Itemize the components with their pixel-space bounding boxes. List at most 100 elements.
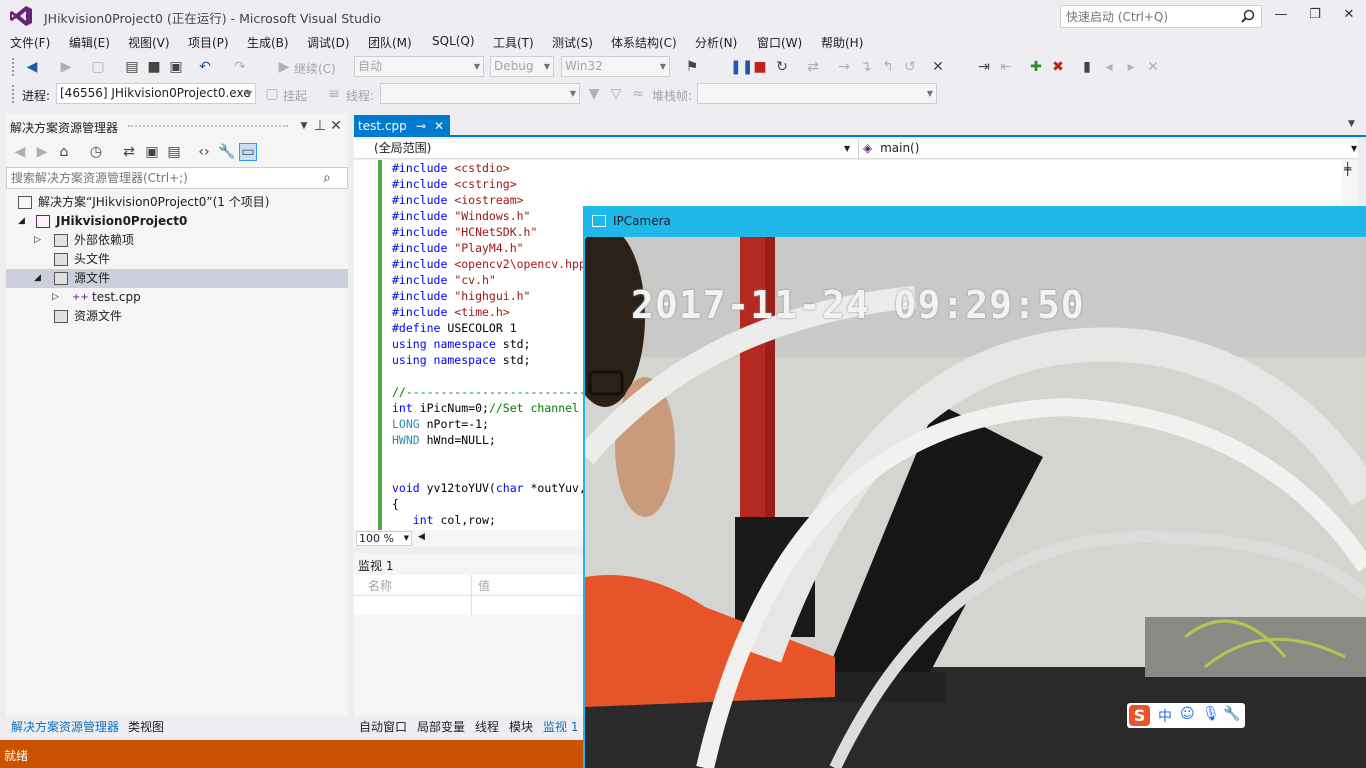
split-icon[interactable]: ╪ <box>1344 162 1351 176</box>
ime-toolbar[interactable]: S 中 ☺ 🎙 🔧 <box>1127 703 1245 728</box>
menu-team[interactable]: 团队(M) <box>368 34 412 51</box>
sogou-logo-icon[interactable]: S <box>1129 705 1150 726</box>
next-bookmark-icon[interactable]: ▸ <box>1123 59 1139 75</box>
collapsed-arrow-icon[interactable]: ▷ <box>34 231 44 250</box>
home-icon[interactable]: ⌂ <box>56 144 72 160</box>
tab-threads[interactable]: 线程 <box>475 718 499 735</box>
show-all-files-icon[interactable]: ▤ <box>166 144 182 160</box>
redo-icon[interactable]: ↷ <box>232 59 248 75</box>
code-line[interactable]: #include <opencv2\opencv.hpp> <box>392 256 593 272</box>
menu-tools[interactable]: 工具(T) <box>493 34 534 51</box>
save-icon[interactable]: ■ <box>146 59 162 75</box>
tab-autos[interactable]: 自动窗口 <box>359 718 407 735</box>
flag-threads-icon[interactable]: ▽ <box>608 86 624 102</box>
code-line[interactable]: #include "Windows.h" <box>392 208 530 224</box>
quick-launch-box[interactable] <box>1060 5 1262 28</box>
save-all-icon[interactable]: ▣ <box>168 59 184 75</box>
build-config-combo[interactable]: Debug ▼ <box>490 56 554 77</box>
close-icon[interactable]: ✕ <box>328 118 344 134</box>
suspend-label[interactable]: 挂起 <box>283 87 307 104</box>
code-line[interactable]: #include <iostream> <box>392 192 524 208</box>
code-line[interactable]: int col,row; <box>392 512 496 528</box>
step-into-icon[interactable]: → <box>836 59 852 75</box>
column-header-value[interactable]: 值 <box>478 577 490 594</box>
process-combo[interactable]: [46556] JHikvision0Project0.exe ▼ <box>56 83 256 104</box>
restart-icon[interactable]: ↻ <box>774 59 790 75</box>
open-file-icon[interactable]: ▤ <box>124 59 140 75</box>
sync-icon[interactable]: ⇄ <box>121 144 137 160</box>
code-line[interactable]: using namespace std; <box>392 336 530 352</box>
expanded-arrow-icon[interactable]: ◢ <box>18 212 28 231</box>
menu-architecture[interactable]: 体系结构(C) <box>611 34 677 51</box>
tree-item-resource-files[interactable]: 资源文件 <box>6 307 348 326</box>
hex-display-icon[interactable]: ✕ <box>930 59 946 75</box>
tab-test-cpp[interactable]: test.cpp ⊸ ✕ <box>354 115 450 137</box>
code-line[interactable]: #include "highgui.h" <box>392 288 530 304</box>
back-icon[interactable]: ◀ <box>24 59 40 75</box>
bookmark-icon[interactable]: ▮ <box>1079 59 1095 75</box>
code-line[interactable]: HWND hWnd=NULL; <box>392 432 496 448</box>
code-line[interactable]: #include "PlayM4.h" <box>392 240 524 256</box>
ipcamera-titlebar[interactable]: IPCamera <box>583 206 1366 237</box>
tree-item-external-deps[interactable]: ▷ 外部依赖项 <box>6 231 348 250</box>
code-line[interactable]: #include <cstring> <box>392 176 517 192</box>
thread-combo[interactable]: ▼ <box>380 83 580 104</box>
tree-item-header-files[interactable]: 头文件 <box>6 250 348 269</box>
pin-icon[interactable]: ⊸ <box>416 115 426 137</box>
tab-solution-explorer[interactable]: 解决方案资源管理器 <box>11 718 119 735</box>
menu-file[interactable]: 文件(F) <box>10 34 50 51</box>
minimize-icon[interactable]: — <box>1272 6 1290 24</box>
pin-icon[interactable]: ⊥ <box>312 118 328 134</box>
zoom-combo[interactable]: 100 % ▼ <box>356 531 412 546</box>
outdent-icon[interactable]: ⇤ <box>998 59 1014 75</box>
collapsed-arrow-icon[interactable]: ▷ <box>52 288 62 307</box>
menu-help[interactable]: 帮助(H) <box>821 34 863 51</box>
code-line[interactable]: #include "cv.h" <box>392 272 496 288</box>
search-icon[interactable] <box>1241 9 1255 23</box>
menu-build[interactable]: 生成(B) <box>247 34 289 51</box>
function-combo[interactable]: ◈ main() ▼ <box>858 139 1358 159</box>
properties-icon[interactable]: 🔧 <box>218 144 235 160</box>
menu-analyze[interactable]: 分析(N) <box>695 34 737 51</box>
wrench-icon[interactable]: 🔧 <box>1223 706 1240 722</box>
step-over-icon[interactable]: ↴ <box>858 59 874 75</box>
stop-icon[interactable]: ■ <box>752 59 768 75</box>
expanded-arrow-icon[interactable]: ◢ <box>34 269 44 288</box>
chevron-down-icon[interactable]: ▼ <box>1348 119 1355 129</box>
attach-process-icon[interactable]: ⚑ <box>684 59 700 75</box>
solution-search-input[interactable] <box>7 168 307 188</box>
quick-launch-input[interactable] <box>1061 6 1231 27</box>
code-line[interactable]: #include "HCNetSDK.h" <box>392 224 537 240</box>
tab-watch-1[interactable]: 监视 1 <box>543 718 578 735</box>
indent-icon[interactable]: ⇥ <box>976 59 992 75</box>
view-code-icon[interactable]: ‹› <box>196 144 212 160</box>
code-line[interactable]: int iPicNum=0;//Set channel <box>392 400 579 416</box>
pending-changes-icon[interactable]: ◷ <box>88 144 104 160</box>
continue-icon[interactable]: ▶ <box>276 59 292 75</box>
toolbar-grip[interactable] <box>12 85 15 103</box>
code-line[interactable]: void yv12toYUV(char *outYuv, <box>392 480 586 496</box>
thread-filter-icon[interactable]: ≡ <box>326 86 342 102</box>
forward-icon[interactable]: ▶ <box>58 59 74 75</box>
menu-project[interactable]: 项目(P) <box>188 34 229 51</box>
code-line[interactable]: LONG nPort=-1; <box>392 416 489 432</box>
code-line[interactable]: #define USECOLOR 1 <box>392 320 517 336</box>
panel-grip[interactable] <box>128 125 288 129</box>
tab-modules[interactable]: 模块 <box>509 718 533 735</box>
continue-label[interactable]: 继续(C) <box>294 60 336 77</box>
menu-edit[interactable]: 编辑(E) <box>69 34 110 51</box>
search-icon[interactable]: ⌕ <box>319 170 335 186</box>
collapse-all-icon[interactable]: ▣ <box>144 144 160 160</box>
ime-mode-toggle[interactable]: 中 <box>1158 706 1172 726</box>
column-header-name[interactable]: 名称 <box>368 577 392 594</box>
emoji-icon[interactable]: ☺ <box>1180 706 1195 722</box>
code-line[interactable]: { <box>392 496 399 512</box>
menu-sql[interactable]: SQL(Q) <box>432 34 475 48</box>
menu-test[interactable]: 测试(S) <box>552 34 593 51</box>
solution-config-combo[interactable]: 自动 ▼ <box>354 56 484 77</box>
forward-icon[interactable]: ▶ <box>34 144 50 160</box>
step-back-icon[interactable]: ↺ <box>902 59 918 75</box>
prev-bookmark-icon[interactable]: ◂ <box>1101 59 1117 75</box>
microphone-icon[interactable]: 🎙 <box>1202 706 1220 722</box>
new-project-icon[interactable]: ▢ <box>90 59 106 75</box>
